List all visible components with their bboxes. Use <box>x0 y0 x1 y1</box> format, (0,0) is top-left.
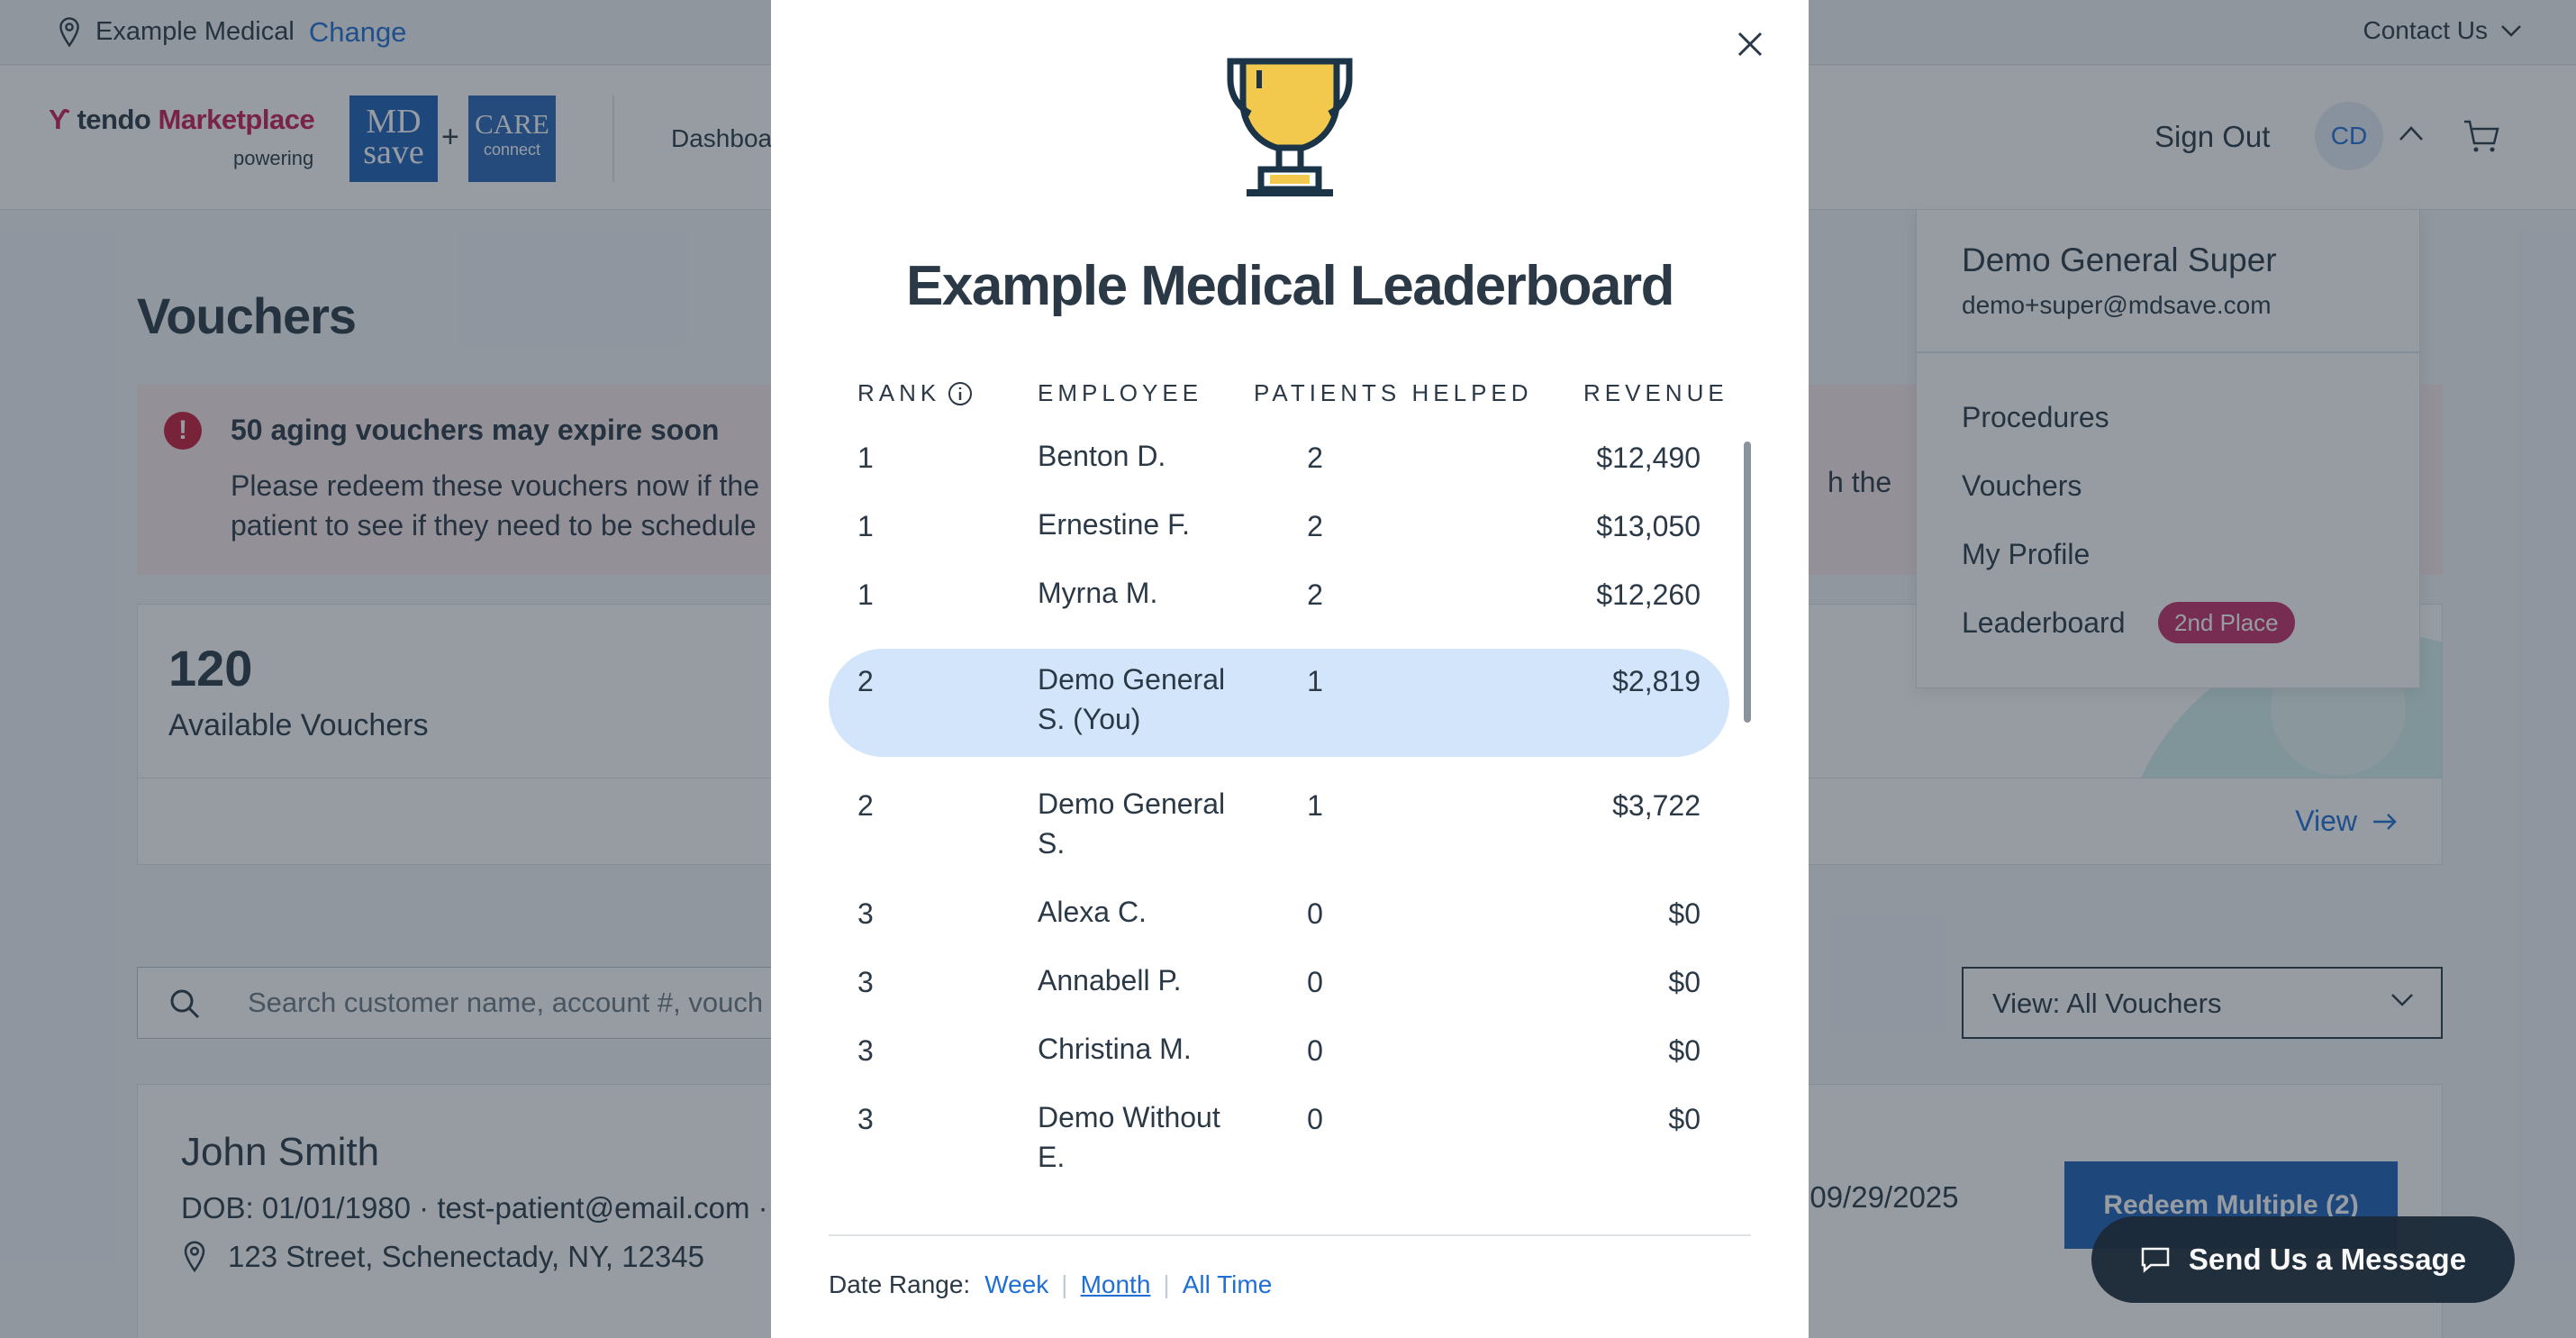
date-range-filter: Date Range: Week | Month | All Time <box>829 1270 1272 1299</box>
row-patients: 2 <box>1307 578 1323 611</box>
column-header-rank-label: RANK <box>857 379 941 406</box>
row-rank: 3 <box>857 897 874 930</box>
row-employee: Ernestine F. <box>1038 508 1190 541</box>
row-patients: 2 <box>1307 441 1323 474</box>
table-row-current-user: 2 Demo General S. (You) 1 $2,819 <box>829 649 1729 757</box>
column-header-revenue: REVENUE <box>1583 379 1728 406</box>
row-employee: Christina M. <box>1038 1033 1192 1065</box>
row-employee: Benton D. <box>1038 440 1166 472</box>
row-rank: 1 <box>857 441 874 474</box>
row-revenue: $12,490 <box>1596 441 1701 474</box>
row-patients: 1 <box>1307 665 1323 697</box>
column-header-employee: EMPLOYEE <box>1038 379 1203 406</box>
table-row: 2 Demo General S. 1 $3,722 <box>829 771 1729 879</box>
leaderboard-scrollbar[interactable] <box>1744 441 1751 723</box>
date-range-month[interactable]: Month <box>1081 1270 1151 1299</box>
row-patients: 1 <box>1307 789 1323 822</box>
table-row: 1 Myrna M. 2 $12,260 <box>829 560 1729 629</box>
date-range-label: Date Range: <box>829 1270 971 1298</box>
row-employee: Demo General S. <box>1038 787 1226 860</box>
date-range-week[interactable]: Week <box>984 1270 1048 1299</box>
row-rank: 1 <box>857 510 874 542</box>
row-patients: 0 <box>1307 1103 1323 1135</box>
row-rank: 3 <box>857 1034 874 1067</box>
row-patients: 0 <box>1307 966 1323 998</box>
table-row: 1 Benton D. 2 $12,490 <box>829 423 1729 492</box>
row-employee: Myrna M. <box>1038 577 1158 609</box>
row-revenue: $2,819 <box>1612 665 1701 697</box>
info-icon[interactable] <box>948 381 973 406</box>
trophy-icon <box>1227 58 1353 196</box>
row-rank: 2 <box>857 789 874 822</box>
table-row: 1 Ernestine F. 2 $13,050 <box>829 492 1729 560</box>
row-revenue: $0 <box>1668 1103 1701 1135</box>
row-revenue: $12,260 <box>1596 578 1701 611</box>
row-revenue: $0 <box>1668 1034 1701 1067</box>
row-revenue: $13,050 <box>1596 510 1701 542</box>
row-rank: 3 <box>857 966 874 998</box>
column-header-patients-helped: PATIENTS HELPED <box>1254 379 1533 406</box>
leaderboard-title: Example Medical Leaderboard <box>906 255 1674 317</box>
row-patients: 0 <box>1307 897 1323 930</box>
row-employee: Annabell P. <box>1038 964 1182 997</box>
row-employee: Demo Without E. <box>1038 1101 1220 1173</box>
row-rank: 2 <box>857 665 874 697</box>
separator: | <box>1061 1270 1068 1298</box>
row-revenue: $0 <box>1668 897 1701 930</box>
leaderboard-rows[interactable]: 1 Benton D. 2 $12,490 1 Ernestine F. 2 $… <box>829 423 1756 1180</box>
row-employee: Demo General S. (You) <box>1038 663 1226 735</box>
footer-divider <box>829 1234 1751 1236</box>
row-revenue: $3,722 <box>1612 789 1701 822</box>
row-rank: 1 <box>857 578 874 611</box>
row-patients: 0 <box>1307 1034 1323 1067</box>
send-message-label: Send Us a Message <box>2188 1242 2467 1276</box>
table-row: 3 Annabell P. 0 $0 <box>829 948 1729 1016</box>
separator: | <box>1163 1270 1170 1298</box>
chat-bubble-icon <box>2141 1247 2170 1273</box>
table-row: 3 Demo Without E. 0 $0 <box>829 1085 1729 1180</box>
row-employee: Alexa C. <box>1038 896 1147 928</box>
table-row: 3 Alexa C. 0 $0 <box>829 879 1729 948</box>
send-message-button[interactable]: Send Us a Message <box>2091 1216 2515 1303</box>
row-rank: 3 <box>857 1103 874 1135</box>
column-header-rank: RANK <box>857 379 973 407</box>
leaderboard-modal: Example Medical Leaderboard RANK EMPLOYE… <box>771 0 1809 1338</box>
close-icon[interactable] <box>1734 28 1766 60</box>
row-patients: 2 <box>1307 510 1323 542</box>
row-revenue: $0 <box>1668 966 1701 998</box>
date-range-all-time[interactable]: All Time <box>1183 1270 1273 1299</box>
table-row: 3 Christina M. 0 $0 <box>829 1016 1729 1085</box>
